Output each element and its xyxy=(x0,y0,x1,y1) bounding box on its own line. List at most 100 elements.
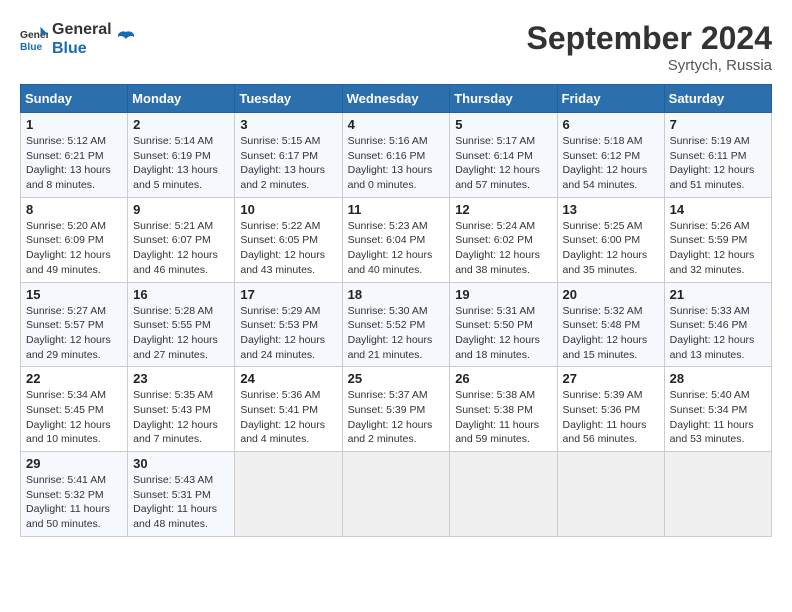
day-info: Sunrise: 5:28 AM Sunset: 5:55 PM Dayligh… xyxy=(133,304,229,363)
day-cell: 8 Sunrise: 5:20 AM Sunset: 6:09 PM Daylig… xyxy=(21,197,128,282)
day-number: 18 xyxy=(348,287,445,302)
day-cell: 10 Sunrise: 5:22 AM Sunset: 6:05 PM Dayli… xyxy=(235,197,342,282)
title-block: September 2024 Syrtych, Russia xyxy=(527,20,772,74)
day-cell: 9 Sunrise: 5:21 AM Sunset: 6:07 PM Daylig… xyxy=(128,197,235,282)
day-info: Sunrise: 5:36 AM Sunset: 5:41 PM Dayligh… xyxy=(240,388,336,447)
day-info: Sunrise: 5:15 AM Sunset: 6:17 PM Dayligh… xyxy=(240,134,336,193)
day-number: 28 xyxy=(670,371,766,386)
day-cell xyxy=(450,452,557,537)
day-number: 1 xyxy=(26,117,122,132)
day-number: 2 xyxy=(133,117,229,132)
day-number: 30 xyxy=(133,456,229,471)
day-number: 13 xyxy=(563,202,659,217)
day-cell: 5 Sunrise: 5:17 AM Sunset: 6:14 PM Daylig… xyxy=(450,113,557,198)
day-cell: 4 Sunrise: 5:16 AM Sunset: 6:16 PM Daylig… xyxy=(342,113,450,198)
day-info: Sunrise: 5:40 AM Sunset: 5:34 PM Dayligh… xyxy=(670,388,766,447)
day-number: 6 xyxy=(563,117,659,132)
day-cell: 12 Sunrise: 5:24 AM Sunset: 6:02 PM Dayli… xyxy=(450,197,557,282)
day-number: 14 xyxy=(670,202,766,217)
day-info: Sunrise: 5:12 AM Sunset: 6:21 PM Dayligh… xyxy=(26,134,122,193)
day-number: 29 xyxy=(26,456,122,471)
day-info: Sunrise: 5:22 AM Sunset: 6:05 PM Dayligh… xyxy=(240,219,336,278)
day-number: 4 xyxy=(348,117,445,132)
day-number: 19 xyxy=(455,287,551,302)
day-cell: 22 Sunrise: 5:34 AM Sunset: 5:45 PM Dayli… xyxy=(21,367,128,452)
day-number: 16 xyxy=(133,287,229,302)
day-cell xyxy=(557,452,664,537)
day-number: 21 xyxy=(670,287,766,302)
day-cell: 27 Sunrise: 5:39 AM Sunset: 5:36 PM Dayli… xyxy=(557,367,664,452)
week-row-4: 22 Sunrise: 5:34 AM Sunset: 5:45 PM Dayli… xyxy=(21,367,772,452)
day-number: 10 xyxy=(240,202,336,217)
day-info: Sunrise: 5:20 AM Sunset: 6:09 PM Dayligh… xyxy=(26,219,122,278)
col-sunday: Sunday xyxy=(21,85,128,113)
day-cell: 24Sunrise: 5:36 AM Sunset: 5:41 PM Dayli… xyxy=(235,367,342,452)
day-cell: 7 Sunrise: 5:19 AM Sunset: 6:11 PM Daylig… xyxy=(664,113,771,198)
day-info: Sunrise: 5:38 AM Sunset: 5:38 PM Dayligh… xyxy=(455,388,551,447)
day-number: 3 xyxy=(240,117,336,132)
col-saturday: Saturday xyxy=(664,85,771,113)
day-info: Sunrise: 5:43 AM Sunset: 5:31 PM Dayligh… xyxy=(133,473,229,532)
day-info: Sunrise: 5:23 AM Sunset: 6:04 PM Dayligh… xyxy=(348,219,445,278)
day-info: Sunrise: 5:30 AM Sunset: 5:52 PM Dayligh… xyxy=(348,304,445,363)
week-row-2: 8 Sunrise: 5:20 AM Sunset: 6:09 PM Daylig… xyxy=(21,197,772,282)
page-header: General Blue General Blue September 2024… xyxy=(20,20,772,74)
day-cell: 21 Sunrise: 5:33 AM Sunset: 5:46 PM Dayli… xyxy=(664,282,771,367)
col-wednesday: Wednesday xyxy=(342,85,450,113)
day-info: Sunrise: 5:27 AM Sunset: 5:57 PM Dayligh… xyxy=(26,304,122,363)
day-cell: 1 Sunrise: 5:12 AM Sunset: 6:21 PM Daylig… xyxy=(21,113,128,198)
day-info: Sunrise: 5:21 AM Sunset: 6:07 PM Dayligh… xyxy=(133,219,229,278)
day-number: 20 xyxy=(563,287,659,302)
day-number: 7 xyxy=(670,117,766,132)
day-cell: 28 Sunrise: 5:40 AM Sunset: 5:34 PM Dayli… xyxy=(664,367,771,452)
day-info: Sunrise: 5:17 AM Sunset: 6:14 PM Dayligh… xyxy=(455,134,551,193)
day-number: 27 xyxy=(563,371,659,386)
day-number: 25 xyxy=(348,371,445,386)
day-number: 17 xyxy=(240,287,336,302)
logo: General Blue General Blue xyxy=(20,20,136,58)
day-cell: 20Sunrise: 5:32 AM Sunset: 5:48 PM Dayli… xyxy=(557,282,664,367)
week-row-5: 29 Sunrise: 5:41 AM Sunset: 5:32 PM Dayli… xyxy=(21,452,772,537)
day-cell xyxy=(342,452,450,537)
week-row-1: 1 Sunrise: 5:12 AM Sunset: 6:21 PM Daylig… xyxy=(21,113,772,198)
day-number: 9 xyxy=(133,202,229,217)
day-info: Sunrise: 5:16 AM Sunset: 6:16 PM Dayligh… xyxy=(348,134,445,193)
logo-general-text: General xyxy=(52,20,112,39)
day-number: 8 xyxy=(26,202,122,217)
day-info: Sunrise: 5:33 AM Sunset: 5:46 PM Dayligh… xyxy=(670,304,766,363)
day-number: 5 xyxy=(455,117,551,132)
day-cell xyxy=(235,452,342,537)
day-number: 12 xyxy=(455,202,551,217)
day-info: Sunrise: 5:18 AM Sunset: 6:12 PM Dayligh… xyxy=(563,134,659,193)
day-cell: 26 Sunrise: 5:38 AM Sunset: 5:38 PM Dayli… xyxy=(450,367,557,452)
svg-text:Blue: Blue xyxy=(20,42,43,53)
day-info: Sunrise: 5:31 AM Sunset: 5:50 PM Dayligh… xyxy=(455,304,551,363)
day-info: Sunrise: 5:19 AM Sunset: 6:11 PM Dayligh… xyxy=(670,134,766,193)
day-number: 26 xyxy=(455,371,551,386)
col-thursday: Thursday xyxy=(450,85,557,113)
day-cell: 3 Sunrise: 5:15 AM Sunset: 6:17 PM Daylig… xyxy=(235,113,342,198)
day-info: Sunrise: 5:24 AM Sunset: 6:02 PM Dayligh… xyxy=(455,219,551,278)
day-number: 11 xyxy=(348,202,445,217)
day-cell: 23Sunrise: 5:35 AM Sunset: 5:43 PM Dayli… xyxy=(128,367,235,452)
day-number: 23 xyxy=(133,371,229,386)
day-cell: 15Sunrise: 5:27 AM Sunset: 5:57 PM Dayli… xyxy=(21,282,128,367)
logo-blue-text: Blue xyxy=(52,39,112,58)
day-info: Sunrise: 5:25 AM Sunset: 6:00 PM Dayligh… xyxy=(563,219,659,278)
day-info: Sunrise: 5:34 AM Sunset: 5:45 PM Dayligh… xyxy=(26,388,122,447)
col-friday: Friday xyxy=(557,85,664,113)
month-title: September 2024 xyxy=(527,20,772,57)
day-number: 22 xyxy=(26,371,122,386)
day-cell: 6 Sunrise: 5:18 AM Sunset: 6:12 PM Daylig… xyxy=(557,113,664,198)
logo-icon: General Blue xyxy=(20,25,48,53)
day-cell: 14Sunrise: 5:26 AM Sunset: 5:59 PM Dayli… xyxy=(664,197,771,282)
day-info: Sunrise: 5:41 AM Sunset: 5:32 PM Dayligh… xyxy=(26,473,122,532)
col-monday: Monday xyxy=(128,85,235,113)
day-cell: 11 Sunrise: 5:23 AM Sunset: 6:04 PM Dayli… xyxy=(342,197,450,282)
header-row: Sunday Monday Tuesday Wednesday Thursday… xyxy=(21,85,772,113)
day-cell: 18 Sunrise: 5:30 AM Sunset: 5:52 PM Dayli… xyxy=(342,282,450,367)
day-info: Sunrise: 5:39 AM Sunset: 5:36 PM Dayligh… xyxy=(563,388,659,447)
day-cell xyxy=(664,452,771,537)
day-info: Sunrise: 5:14 AM Sunset: 6:19 PM Dayligh… xyxy=(133,134,229,193)
day-cell: 19 Sunrise: 5:31 AM Sunset: 5:50 PM Dayli… xyxy=(450,282,557,367)
